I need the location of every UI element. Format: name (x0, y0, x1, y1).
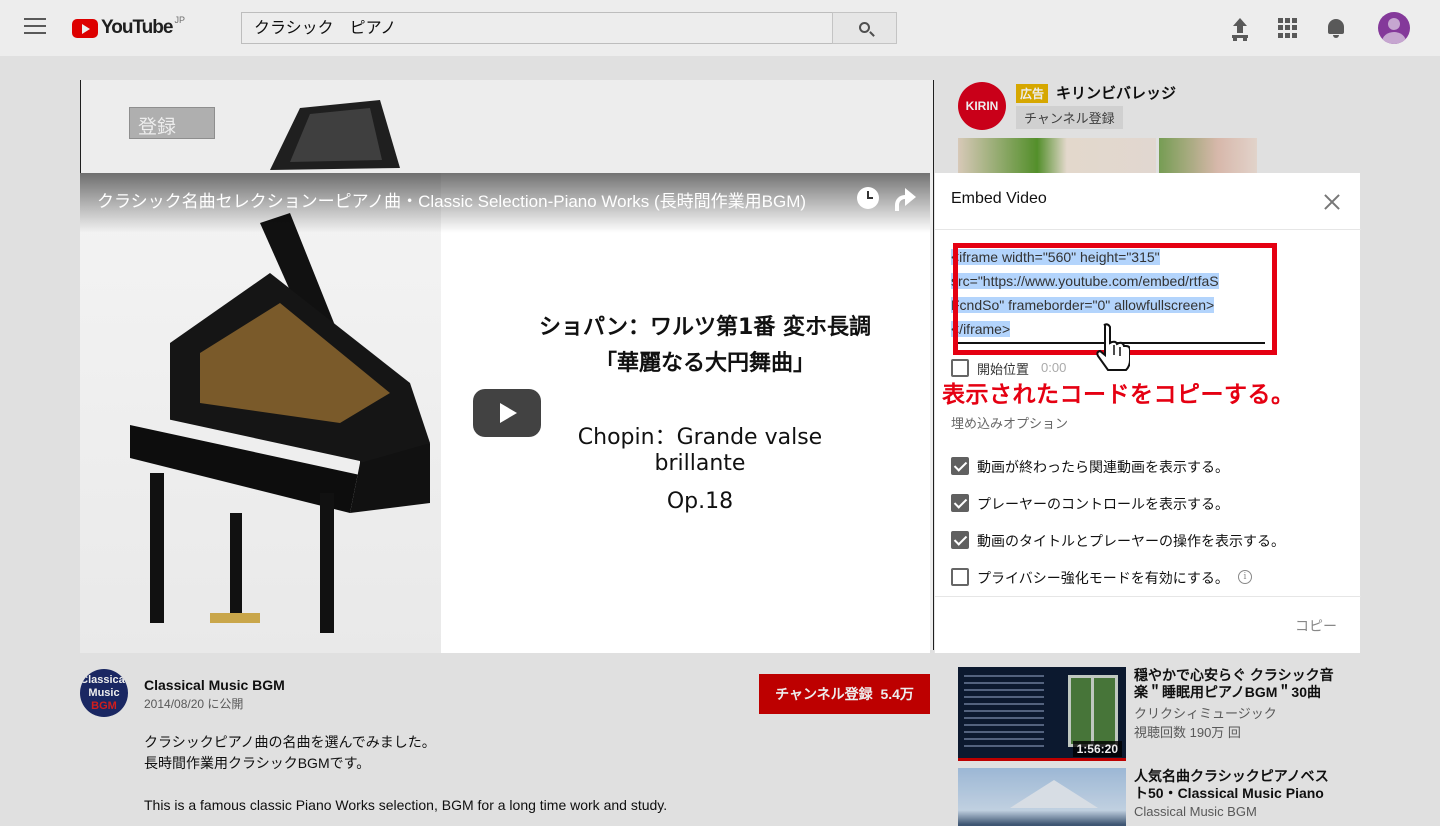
channel-avatar-text-2: Music (88, 687, 120, 699)
recommended-channel: クリクシィミュージック (1134, 706, 1277, 721)
apps-icon[interactable] (1276, 16, 1300, 40)
video-caption-line: 「華麗なる大円舞曲」 (594, 351, 815, 376)
account-avatar[interactable] (1378, 12, 1410, 44)
recommended-video[interactable]: 1:56:20 穏やかで心安らぐ クラシック音楽＂睡眠用ピアノBGM＂30曲 ク… (958, 667, 1338, 761)
grand-piano-image (130, 213, 430, 633)
option-label: プレーヤーのコントロールを表示する。 (977, 496, 1229, 512)
watch-later-icon[interactable] (857, 187, 879, 209)
channel-avatar-text-1: Classical (80, 674, 128, 686)
video-caption-line: Chopin：Grande valse brillante (577, 425, 823, 476)
option-checkbox[interactable] (951, 568, 969, 586)
search-button[interactable] (832, 12, 897, 44)
option-label: 動画が終わったら関連動画を表示する。 (977, 459, 1229, 475)
embed-option-show-controls[interactable]: プレーヤーのコントロールを表示する。 (951, 494, 1351, 514)
recommended-views: 視聴回数 190万 回 (1134, 725, 1241, 740)
info-icon[interactable]: i (1238, 570, 1252, 584)
search-icon (859, 22, 870, 33)
video-thumbnail[interactable]: 1:56:20 (958, 667, 1126, 761)
youtube-logo[interactable]: YouTube JP (72, 15, 185, 39)
video-caption-line: ショパン：ワルツ第1番 変ホ長調 (538, 315, 872, 340)
youtube-play-icon (72, 18, 98, 38)
channel-avatar-text-3: BGM (91, 700, 117, 712)
video-player[interactable]: クラシック名曲セレクションーピアノ曲・Classic Selection-Pia… (80, 173, 930, 653)
description-line: 長時間作業用クラシックBGMです。 (144, 755, 371, 771)
annotation-instruction: 表示されたコードをコピーする。 (942, 381, 1295, 407)
menu-icon[interactable] (24, 18, 46, 36)
ad-logo[interactable]: KIRIN (958, 82, 1006, 130)
option-label: プライバシー強化モードを有効にする。 (977, 570, 1229, 586)
video-thumbnail[interactable] (958, 768, 1126, 826)
recommended-video[interactable]: 人気名曲クラシックピアノベスト50・Classical Music Piano … (958, 768, 1338, 826)
channel-subscribe-button[interactable]: チャンネル登録 5.4万 (759, 674, 930, 714)
copy-button[interactable]: コピー (1295, 616, 1337, 636)
divider (935, 596, 1361, 597)
upload-icon[interactable] (1228, 16, 1252, 40)
option-checkbox[interactable] (951, 457, 969, 475)
subscriber-count: 5.4万 (880, 686, 914, 702)
play-button[interactable] (473, 389, 541, 437)
recommended-title[interactable]: 人気名曲クラシックピアノベスト50・Classical Music Piano (1134, 768, 1338, 802)
option-checkbox[interactable] (951, 494, 969, 512)
description-line: This is a famous classic Piano Works sel… (144, 797, 668, 813)
publish-date: 2014/08/20 に公開 (144, 697, 244, 711)
logo-text: YouTube (101, 17, 173, 38)
notifications-bell-icon[interactable] (1324, 16, 1348, 40)
subscribe-label: チャンネル登録 (775, 686, 873, 702)
option-checkbox[interactable] (951, 531, 969, 549)
video-description: クラシックピアノ曲の名曲を選んでみました。 長時間作業用クラシックBGMです。 … (144, 732, 667, 816)
pointing-hand-cursor-icon (1096, 323, 1130, 371)
video-duration: 1:56:20 (1072, 741, 1122, 757)
embed-video-panel: Embed Video <iframe width="560" height="… (934, 173, 1361, 653)
start-at-time[interactable]: 0:00 (1041, 360, 1066, 375)
ad-advertiser-name[interactable]: キリンビバレッジ (1056, 82, 1176, 103)
search-input[interactable]: クラシック ピアノ (241, 12, 833, 44)
recommended-title[interactable]: 穏やかで心安らぐ クラシック音楽＂睡眠用ピアノBGM＂30曲 (1134, 667, 1338, 701)
channel-avatar[interactable]: Classical Music BGM (80, 669, 128, 717)
ad-subscribe-button[interactable]: チャンネル登録 (1016, 106, 1123, 129)
ad-image[interactable] (958, 138, 1156, 174)
embed-option-privacy-mode[interactable]: プライバシー強化モードを有効にする。 (951, 568, 1351, 588)
description-line: クラシックピアノ曲の名曲を選んでみました。 (144, 734, 436, 750)
channel-name[interactable]: Classical Music BGM (144, 677, 285, 693)
watch-progress-bar (958, 758, 1126, 761)
video-caption-line: Op.18 (666, 489, 734, 514)
divider (935, 229, 1361, 230)
ad-badge: 広告 (1016, 84, 1049, 103)
ad-image-2[interactable] (1159, 138, 1257, 174)
share-icon[interactable] (893, 187, 917, 211)
embed-option-related-videos[interactable]: 動画が終わったら関連動画を表示する。 (951, 457, 1351, 477)
embed-panel-title: Embed Video (951, 190, 1047, 207)
logo-region: JP (174, 15, 185, 25)
embed-option-show-title[interactable]: 動画のタイトルとプレーヤーの操作を表示する。 (951, 531, 1351, 551)
recommended-channel: Classical Music BGM (1134, 804, 1257, 819)
close-icon[interactable] (1323, 193, 1341, 211)
piano-lid-image (270, 100, 400, 170)
option-label: 動画のタイトルとプレーヤーの操作を表示する。 (977, 533, 1285, 549)
embed-options-heading: 埋め込みオプション (951, 416, 1069, 431)
top-header: YouTube JP クラシック ピアノ (0, 0, 1440, 56)
player-video-title[interactable]: クラシック名曲セレクションーピアノ曲・Classic Selection-Pia… (97, 187, 847, 212)
background-subscribe-overlay: 登録 (129, 107, 215, 139)
